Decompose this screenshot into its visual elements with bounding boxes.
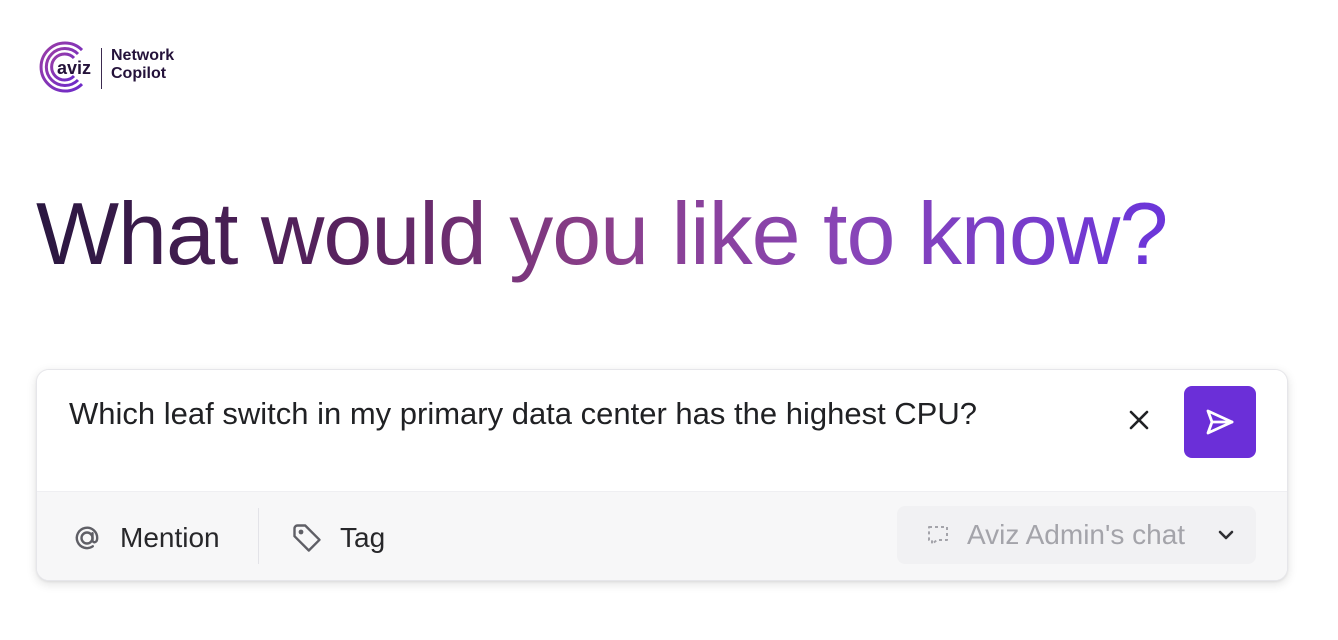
chat-composer: Mention Tag Aviz Admin's ch — [36, 369, 1288, 581]
mention-button[interactable]: Mention — [69, 516, 220, 560]
tag-button[interactable]: Tag — [289, 516, 385, 560]
brand-product-line-1: Network — [111, 47, 175, 64]
network-copilot-page: aviz Network Copilot What would you like… — [0, 0, 1338, 640]
brand-divider — [101, 48, 102, 89]
send-icon — [1206, 409, 1234, 435]
svg-text:aviz: aviz — [57, 58, 91, 78]
brand-product-line-2: Copilot — [111, 65, 167, 82]
tag-icon — [289, 520, 325, 556]
composer-input-area — [37, 370, 1287, 491]
brand-product-name: Network Copilot — [111, 47, 211, 83]
chat-selector-label: Aviz Admin's chat — [967, 519, 1186, 550]
chat-bubble-icon — [923, 520, 953, 550]
tag-label: Tag — [340, 522, 386, 553]
send-button[interactable] — [1184, 386, 1256, 458]
toolbar-divider — [258, 508, 259, 564]
question-input[interactable] — [69, 394, 1109, 434]
aviz-logo-mark: aviz — [34, 38, 92, 96]
mention-label: Mention — [120, 522, 220, 553]
at-sign-icon — [69, 520, 105, 556]
chevron-down-icon — [1214, 523, 1238, 547]
composer-toolbar: Mention Tag Aviz Admin's chat — [37, 491, 1287, 580]
brand-logo: aviz Network Copilot — [34, 38, 214, 96]
aviz-logo-icon: aviz — [39, 41, 91, 93]
close-icon — [1129, 410, 1149, 430]
clear-question-button[interactable] — [1117, 398, 1161, 442]
page-title: What would you like to know? — [36, 180, 1168, 288]
chat-selector-dropdown[interactable]: Aviz Admin's chat — [897, 506, 1256, 564]
